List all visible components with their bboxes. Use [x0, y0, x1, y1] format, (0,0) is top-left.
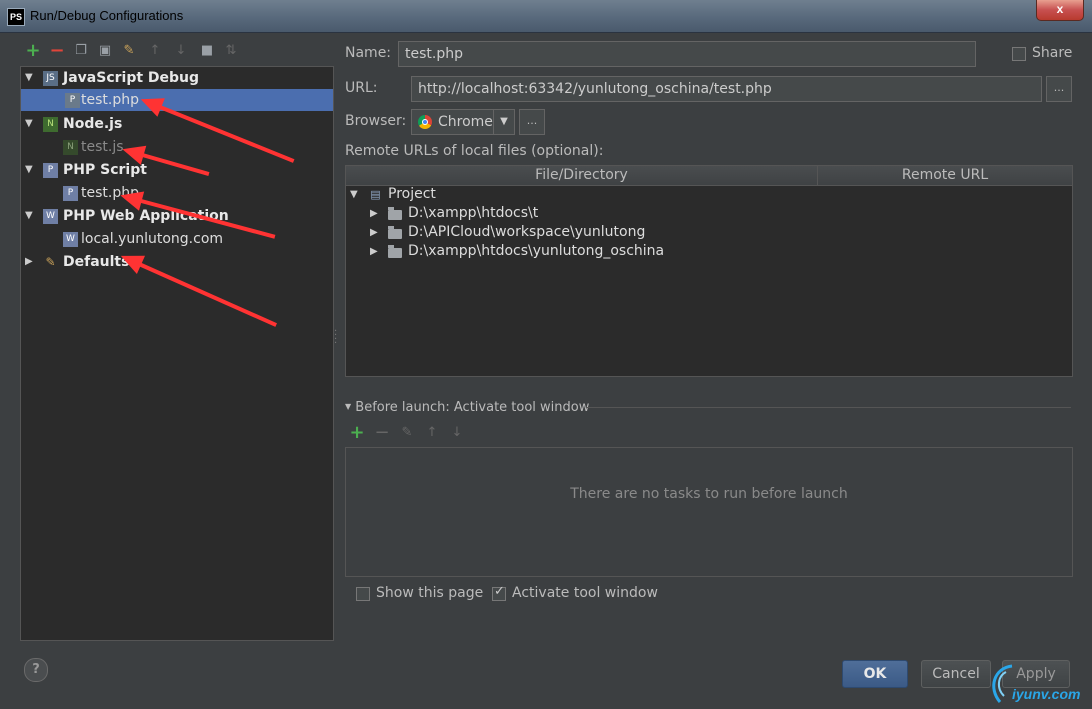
tree-item-label: test.php [81, 92, 139, 108]
folder-icon [388, 207, 402, 220]
watermark-logo: iyunv.com [986, 660, 1092, 709]
tree-item-label: local.yunlutong.com [81, 231, 224, 247]
configuration-tree: ▼ JS JavaScript Debug P test.php ▼ N Nod… [20, 66, 334, 641]
expand-triangle-icon[interactable]: ▼ [25, 205, 33, 227]
table-row-project[interactable]: ▼ ▤ Project [346, 185, 1072, 204]
collapse-triangle-icon: ▼ [345, 402, 352, 411]
project-icon: ▤ [370, 188, 381, 201]
chevron-down-icon[interactable]: ▼ [493, 110, 514, 134]
title-bar: PS Run/Debug Configurations x [0, 0, 1092, 33]
expand-triangle-icon[interactable]: ▼ [25, 67, 33, 89]
tree-item-php-test-php[interactable]: P test.php [21, 182, 333, 204]
browser-select[interactable]: Chrome ▼ [411, 109, 515, 135]
php-script-icon: P [43, 163, 58, 178]
collapse-triangle-icon[interactable]: ▶ [25, 251, 33, 273]
url-label: URL: [345, 80, 378, 96]
column-header-remote-url[interactable]: Remote URL [818, 166, 1072, 186]
checkmark-icon: ✓ [494, 584, 505, 599]
move-up-icon[interactable]: ↑ [146, 42, 164, 60]
table-row[interactable]: ▶ D:\APICloud\workspace\yunlutong [346, 223, 1072, 242]
share-checkbox[interactable] [1012, 47, 1026, 61]
remove-icon[interactable]: − [48, 42, 66, 60]
edit-task-icon[interactable]: ✎ [398, 424, 416, 442]
folder-icon [388, 226, 402, 239]
expand-triangle-icon[interactable]: ▼ [25, 159, 33, 181]
browser-label: Browser: [345, 113, 407, 129]
tree-item-test-js[interactable]: N test.js [21, 136, 333, 158]
ok-button[interactable]: OK [842, 660, 908, 688]
collapse-triangle-icon[interactable]: ▶ [370, 242, 378, 261]
name-label: Name: [345, 45, 392, 61]
table-row[interactable]: ▶ D:\xampp\htdocs\yunlutong_oschina [346, 242, 1072, 261]
before-launch-header: Before launch: Activate tool window [355, 400, 590, 415]
activate-tool-window-label: Activate tool window [512, 585, 658, 601]
url-browse-button[interactable]: ... [1046, 76, 1072, 102]
expand-triangle-icon[interactable]: ▼ [350, 185, 358, 204]
remote-urls-label: Remote URLs of local files (optional): [345, 143, 604, 159]
remove-task-icon[interactable]: − [373, 424, 391, 442]
column-header-file-directory[interactable]: File/Directory [346, 166, 818, 186]
add-icon[interactable]: + [24, 42, 42, 60]
add-task-icon[interactable]: + [348, 424, 366, 442]
show-this-page-label: Show this page [376, 585, 484, 601]
section-divider [586, 407, 1071, 408]
cancel-button[interactable]: Cancel [921, 660, 991, 688]
move-up-icon[interactable]: ↑ [423, 424, 441, 442]
tree-item-local-yunlutong[interactable]: W local.yunlutong.com [21, 228, 333, 250]
phpstorm-logo-icon: PS [7, 8, 25, 26]
nodejs-file-icon: N [63, 140, 78, 155]
share-label: Share [1032, 45, 1073, 61]
tree-group-label: JavaScript Debug [63, 70, 200, 86]
collapse-triangle-icon[interactable]: ▶ [370, 223, 378, 242]
php-file-icon: P [63, 186, 78, 201]
tree-group-defaults[interactable]: ▶ ✎ Defaults [21, 251, 333, 273]
activate-tool-window-checkbox[interactable]: ✓ [492, 584, 506, 601]
url-field[interactable]: http://localhost:63342/yunlutong_oschina… [411, 76, 1042, 102]
browser-value: Chrome [438, 114, 493, 130]
wrench-icon[interactable]: ✎ [120, 42, 138, 60]
close-window-button[interactable]: x [1036, 0, 1084, 21]
collapse-triangle-icon[interactable]: ▶ [370, 204, 378, 223]
help-button[interactable]: ? [24, 658, 48, 682]
tree-item-js-test-php[interactable]: P test.php [21, 89, 333, 111]
move-down-icon[interactable]: ↓ [172, 42, 190, 60]
save-icon[interactable]: ▣ [96, 42, 114, 60]
chrome-icon [418, 115, 432, 129]
table-row-label: D:\APICloud\workspace\yunlutong [408, 224, 646, 240]
tree-item-label: test.js [81, 139, 124, 155]
nodejs-icon: N [43, 117, 58, 132]
php-file-icon: P [65, 93, 80, 108]
remote-urls-table: File/Directory Remote URL ▼ ▤ Project ▶ … [345, 165, 1073, 377]
tree-group-label: Node.js [63, 116, 123, 132]
splitter-handle[interactable]: · · · · [334, 327, 337, 349]
copy-icon[interactable]: ❐ [72, 42, 90, 60]
before-launch-tasks-list: There are no tasks to run before launch [345, 447, 1073, 577]
move-down-icon[interactable]: ↓ [448, 424, 466, 442]
table-row-label: Project [388, 186, 436, 202]
folder-icon [388, 245, 402, 258]
table-row[interactable]: ▶ D:\xampp\htdocs\t [346, 204, 1072, 223]
table-row-label: D:\xampp\htdocs\yunlutong_oschina [408, 243, 665, 259]
php-web-app-icon: W [63, 232, 78, 247]
browser-settings-button[interactable]: ... [519, 109, 545, 135]
folder-icon[interactable]: ■ [198, 42, 216, 60]
watermark-text: iyunv.com [1012, 686, 1081, 702]
window-title: Run/Debug Configurations [30, 8, 184, 23]
javascript-debug-icon: JS [43, 71, 58, 86]
empty-tasks-message: There are no tasks to run before launch [570, 486, 848, 502]
tree-group-javascript-debug[interactable]: ▼ JS JavaScript Debug [21, 67, 333, 89]
before-launch-toggle[interactable]: ▼ Before launch: Activate tool window [345, 400, 589, 415]
table-row-label: D:\xampp\htdocs\t [408, 205, 539, 221]
name-field[interactable]: test.php [398, 41, 976, 67]
sort-icon[interactable]: ⇅ [222, 42, 240, 60]
wrench-icon: ✎ [45, 255, 56, 269]
expand-triangle-icon[interactable]: ▼ [25, 113, 33, 135]
php-web-app-icon: W [43, 209, 58, 224]
show-this-page-checkbox[interactable] [356, 587, 370, 601]
